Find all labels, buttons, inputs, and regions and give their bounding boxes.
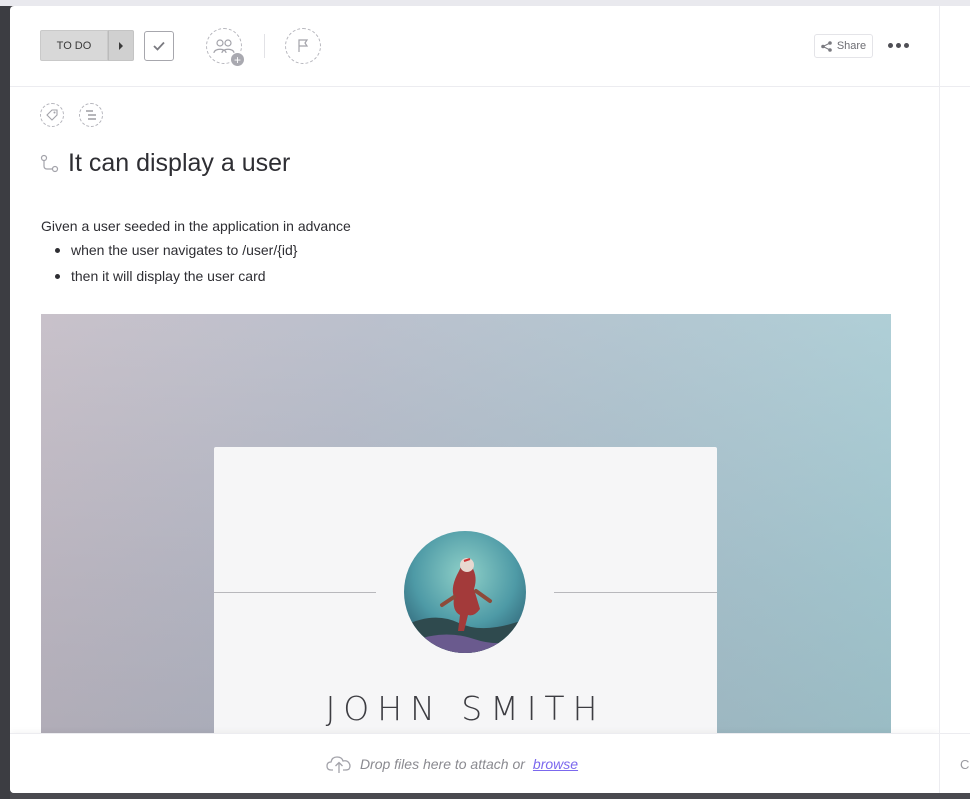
upload-cloud-icon [326, 755, 351, 773]
share-button[interactable]: Share [814, 34, 873, 58]
header-divider [264, 34, 265, 58]
title-row: It can display a user [40, 149, 290, 178]
more-icon [887, 42, 893, 48]
backdrop [0, 0, 10, 799]
share-icon [821, 40, 832, 52]
tag-icon [46, 109, 58, 121]
status-group: TO DO [40, 30, 134, 61]
task-title[interactable]: It can display a user [68, 149, 290, 178]
caret-right-icon [119, 41, 123, 50]
add-subtask-button[interactable] [79, 103, 103, 127]
attachment-dropzone[interactable]: Drop files here to attach or browse [10, 733, 939, 793]
flag-icon [298, 39, 309, 52]
add-assignee-button[interactable]: + [206, 28, 245, 67]
check-icon [153, 41, 165, 51]
avatar [404, 531, 526, 653]
subtask-icon [86, 110, 96, 120]
task-modal: TO DO + Share It can display a user Give… [10, 6, 970, 793]
card-divider [554, 592, 717, 593]
next-status-button[interactable] [108, 30, 134, 61]
description-steps: when the user navigates to /user/{id} th… [55, 240, 901, 292]
task-description[interactable]: Given a user seeded in the application i… [41, 218, 901, 292]
dropzone-text: Drop files here to attach or [359, 755, 525, 772]
subtask-title-icon [40, 154, 59, 172]
mark-complete-button[interactable] [144, 31, 174, 61]
share-label: Share [836, 40, 867, 52]
right-panel: C [939, 6, 970, 793]
assignee-icon [213, 39, 235, 54]
card-user-name: JOHN SMITH [325, 689, 606, 728]
plus-icon: + [230, 52, 245, 67]
description-intro: Given a user seeded in the application i… [41, 218, 351, 234]
more-options-button[interactable] [886, 34, 910, 56]
list-item: then it will display the user card [55, 266, 901, 292]
card-divider [214, 592, 376, 593]
priority-button[interactable] [285, 28, 321, 64]
browse-link[interactable]: browse [533, 756, 578, 772]
list-item: when the user navigates to /user/{id} [55, 240, 901, 266]
task-content: It can display a user Given a user seede… [10, 87, 939, 733]
status-button[interactable]: TO DO [40, 30, 108, 61]
right-panel-header [940, 6, 970, 87]
right-panel-footer[interactable]: C [940, 733, 970, 793]
user-card: JOHN SMITH [214, 447, 717, 733]
add-tag-button[interactable] [40, 103, 64, 127]
embedded-screenshot[interactable]: JOHN SMITH [41, 314, 891, 733]
task-header: TO DO + Share [10, 6, 939, 87]
